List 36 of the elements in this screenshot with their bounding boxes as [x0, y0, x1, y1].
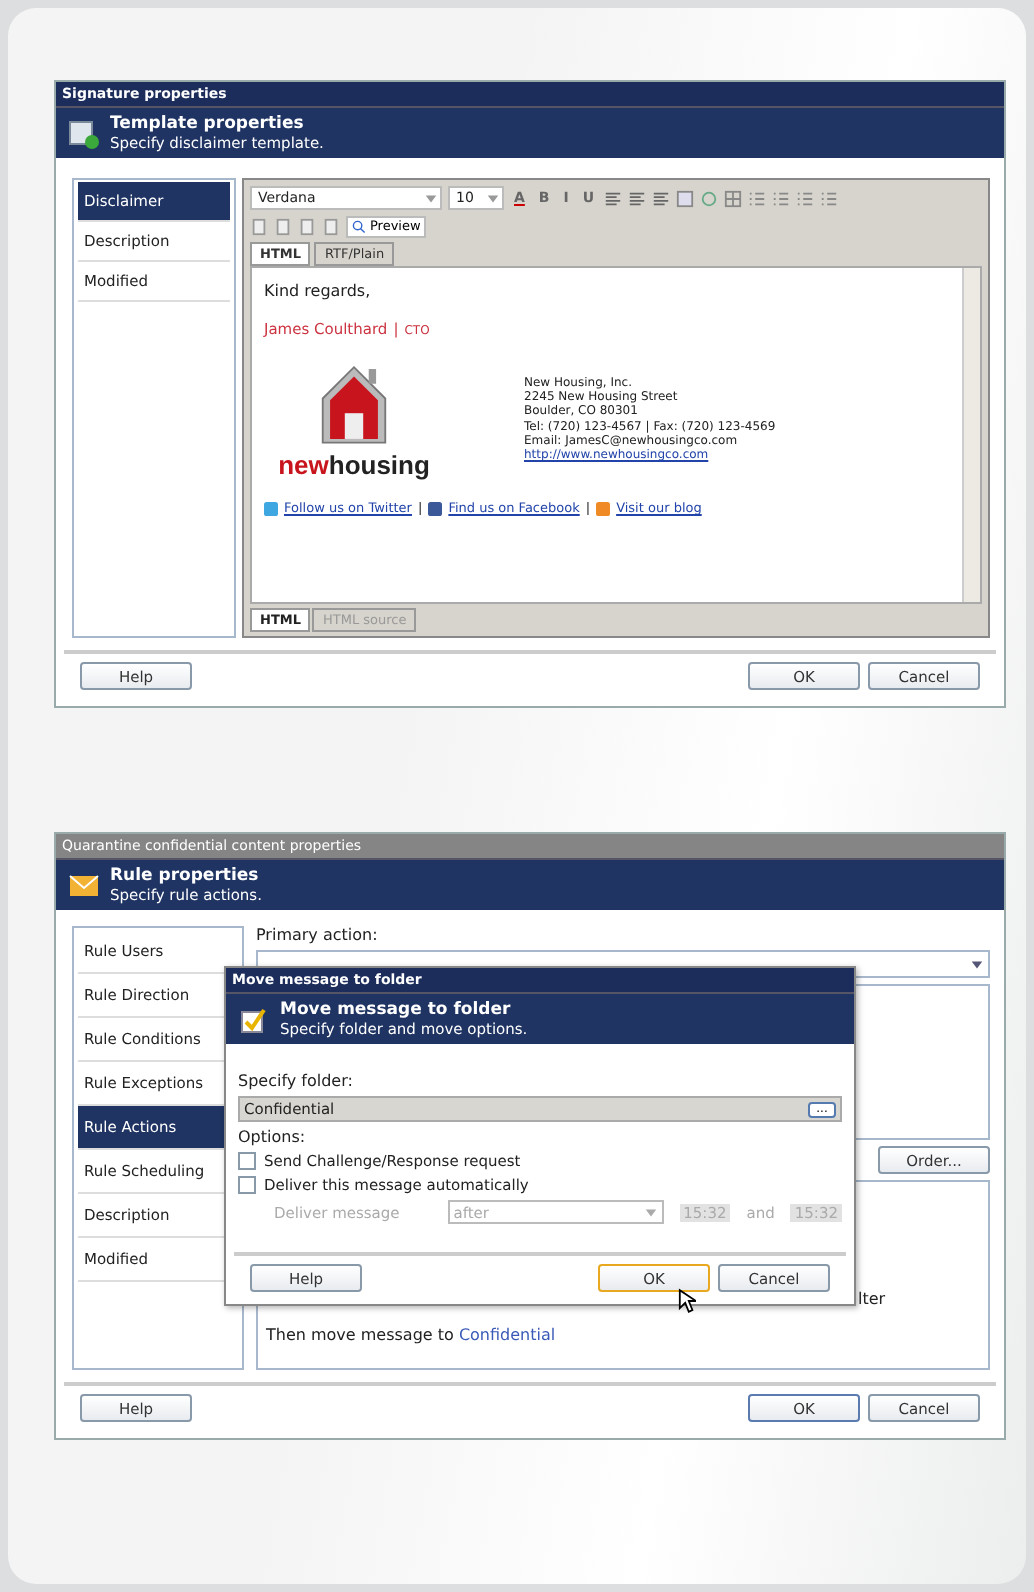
align-icon[interactable] — [652, 189, 671, 207]
image-icon[interactable] — [676, 189, 695, 207]
folder-link[interactable]: Confidential — [458, 1326, 556, 1344]
caret-icon — [643, 1205, 658, 1219]
caret-icon — [970, 957, 984, 971]
caret-icon — [424, 191, 438, 205]
logo-text: new — [278, 450, 329, 480]
table-icon[interactable] — [724, 189, 743, 207]
search-icon — [352, 219, 366, 233]
letter-square-icon — [428, 501, 443, 515]
align-icon[interactable] — [628, 189, 647, 207]
field-label: Specify folder: — [238, 1072, 355, 1090]
checkbox[interactable] — [238, 1152, 256, 1170]
scrollbar[interactable] — [962, 268, 980, 602]
feed-square-icon — [596, 501, 611, 515]
envelope-icon — [68, 869, 100, 901]
header-title: Move message to folder — [280, 1000, 513, 1020]
bird-square-icon — [264, 501, 278, 515]
greeting-text: Kind regards, — [264, 282, 373, 300]
checkbox-icon — [238, 1003, 270, 1035]
caret-icon — [486, 191, 500, 205]
link-icon[interactable] — [700, 189, 719, 207]
header-title: Rule properties — [110, 866, 261, 886]
list-icon[interactable] — [796, 189, 815, 207]
list-icon[interactable] — [820, 189, 839, 207]
list-icon[interactable] — [748, 189, 767, 207]
list-icon[interactable] — [772, 189, 791, 207]
checkbox[interactable] — [238, 1176, 256, 1194]
description-text: lter — [858, 1290, 886, 1308]
description-text: Then move message to — [266, 1326, 454, 1344]
logo-text: housing — [328, 450, 430, 480]
field-label: Options: — [238, 1128, 308, 1146]
field-label: Primary action: — [256, 926, 380, 944]
header-title: Template properties — [110, 114, 306, 134]
document-icon — [68, 117, 100, 149]
align-icon[interactable] — [604, 189, 623, 207]
